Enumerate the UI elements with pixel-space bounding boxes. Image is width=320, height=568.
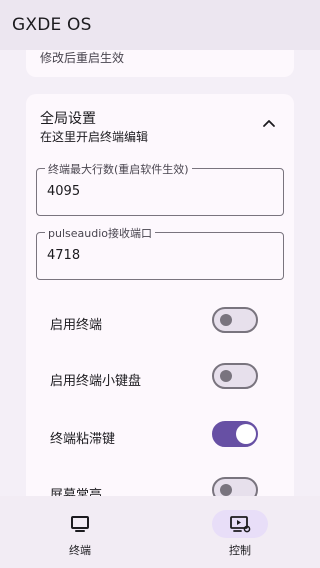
global-settings-card: 全局设置 在这里开启终端编辑 终端最大行数(重启软件生效) 4095 pulse…	[26, 94, 294, 496]
max-lines-label: 终端最大行数(重启软件生效)	[45, 161, 192, 177]
app-bar: GXDE OS	[0, 0, 320, 50]
pulseaudio-port-value[interactable]: 4718	[47, 248, 80, 263]
restart-note-text: 修改后重启生效	[40, 51, 125, 65]
enable-terminal-label: 启用终端	[50, 318, 103, 333]
section-subtitle: 在这里开启终端编辑	[40, 130, 149, 144]
screen-play-icon	[230, 516, 251, 533]
pulseaudio-port-label: pulseaudio接收端口	[45, 225, 155, 241]
chevron-up-icon[interactable]	[262, 118, 276, 128]
switch-thumb	[236, 424, 256, 444]
max-lines-value[interactable]: 4095	[47, 184, 80, 199]
app-title: GXDE OS	[12, 15, 92, 35]
nav-pill	[52, 510, 108, 538]
nav-pill	[212, 510, 268, 538]
max-lines-field[interactable]: 终端最大行数(重启软件生效) 4095	[36, 161, 284, 216]
pulseaudio-port-field[interactable]: pulseaudio接收端口 4718	[36, 225, 284, 280]
sticky-keys-switch[interactable]	[212, 421, 258, 447]
monitor-icon	[71, 516, 89, 532]
enable-keypad-label: 启用终端小键盘	[50, 374, 142, 389]
nav-label-terminal: 终端	[69, 544, 91, 557]
settings-scroll-area[interactable]: 修改后重启生效 全局设置 在这里开启终端编辑 终端最大行数(重启软件生效) 40…	[0, 50, 320, 496]
nav-item-terminal[interactable]: 终端	[0, 496, 160, 568]
restart-note-card: 修改后重启生效	[26, 50, 294, 77]
enable-terminal-switch[interactable]	[212, 307, 258, 333]
switch-thumb	[220, 314, 232, 326]
keep-screen-on-switch[interactable]	[212, 477, 258, 496]
sticky-keys-label: 终端粘滞键	[50, 432, 116, 447]
keep-screen-on-label: 屏幕常亮	[50, 488, 103, 496]
nav-item-control[interactable]: 控制	[160, 496, 320, 568]
enable-keypad-switch[interactable]	[212, 363, 258, 389]
bottom-navigation: 终端 控制	[0, 496, 320, 568]
switch-thumb	[220, 370, 232, 382]
switch-thumb	[220, 484, 232, 496]
section-title: 全局设置	[40, 111, 96, 127]
nav-label-control: 控制	[229, 544, 251, 557]
